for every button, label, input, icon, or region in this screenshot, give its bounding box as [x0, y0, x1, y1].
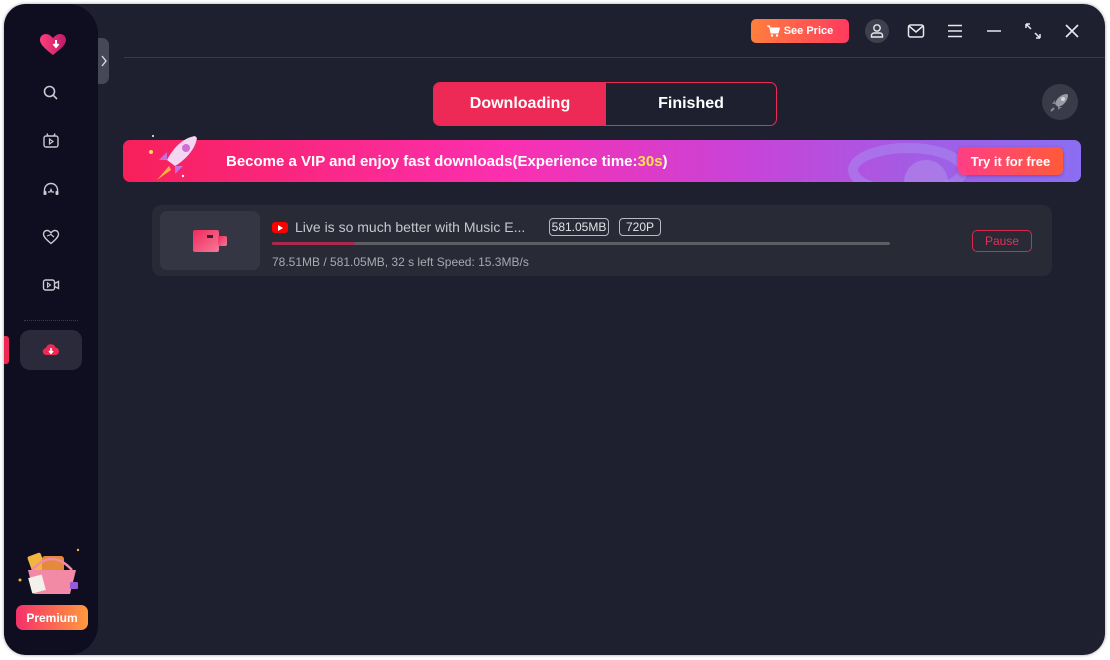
- headphones-icon: [43, 182, 59, 195]
- premium-button[interactable]: Premium: [16, 605, 88, 630]
- active-indicator: [4, 336, 9, 364]
- planet-illustration: [848, 140, 968, 182]
- see-price-label: See Price: [783, 25, 834, 37]
- heart-icon: [42, 229, 60, 245]
- sidebar-collapse-toggle[interactable]: [98, 38, 109, 84]
- sidebar-item-downloads[interactable]: [20, 330, 82, 370]
- experience-time: 30s: [637, 152, 663, 170]
- vip-promo-banner: Become a VIP and enjoy fast downloads(Ex…: [123, 135, 1081, 182]
- try-it-free-button[interactable]: Try it for free: [958, 147, 1063, 175]
- sidebar: Premium: [4, 4, 98, 655]
- video-camera-icon: [42, 279, 60, 291]
- file-size-badge: 581.05MB: [549, 218, 609, 236]
- menu-icon[interactable]: [943, 19, 967, 43]
- tab-downloading[interactable]: Downloading: [434, 83, 606, 125]
- sidebar-item-favorites[interactable]: [20, 217, 82, 257]
- video-thumbnail: [160, 211, 260, 270]
- cart-icon: [766, 25, 780, 37]
- download-status: 78.51MB / 581.05MB, 32 s left Speed: 15.…: [272, 255, 529, 269]
- cloud-download-icon: [42, 344, 59, 356]
- see-price-button[interactable]: See Price: [751, 19, 849, 43]
- close-icon[interactable]: [1060, 19, 1084, 43]
- user-icon[interactable]: [865, 19, 889, 43]
- titlebar-divider: [124, 57, 1105, 58]
- premium-gift-basket-image: [16, 544, 88, 602]
- rocket-icon: [1050, 94, 1068, 112]
- sidebar-item-music[interactable]: [20, 169, 82, 209]
- download-progress-fill: [272, 242, 356, 245]
- download-item: Live is so much better with Music E... 5…: [152, 205, 1052, 276]
- quality-badge: 720P: [619, 218, 661, 236]
- pause-button[interactable]: Pause: [972, 230, 1032, 252]
- banner-text-end: ): [662, 152, 668, 170]
- sidebar-item-video[interactable]: [20, 121, 82, 161]
- chevron-right-icon: [100, 55, 107, 67]
- vip-banner-text: Become a VIP and enjoy fast downloads(Ex…: [226, 140, 668, 182]
- app-window: Premium See Price Downloading Finished B…: [4, 4, 1105, 655]
- sidebar-item-recorder[interactable]: [20, 265, 82, 305]
- download-tabs: Downloading Finished: [433, 82, 777, 126]
- video-file-icon: [193, 229, 227, 252]
- maximize-icon[interactable]: [1021, 19, 1045, 43]
- tab-finished[interactable]: Finished: [606, 83, 776, 125]
- mail-icon[interactable]: [904, 19, 928, 43]
- sidebar-item-search[interactable]: [20, 73, 82, 113]
- minimize-icon[interactable]: [982, 19, 1006, 43]
- rocket-illustration: [143, 132, 203, 184]
- download-progress-bar: [272, 242, 890, 245]
- download-title: Live is so much better with Music E...: [295, 219, 526, 235]
- youtube-icon: [272, 222, 288, 233]
- app-logo[interactable]: [40, 34, 66, 56]
- tv-play-icon: [43, 133, 59, 148]
- sidebar-divider: [24, 320, 78, 321]
- speed-boost-button[interactable]: [1042, 84, 1078, 120]
- search-icon: [43, 85, 58, 100]
- banner-text-main: Become a VIP and enjoy fast downloads(Ex…: [226, 152, 638, 170]
